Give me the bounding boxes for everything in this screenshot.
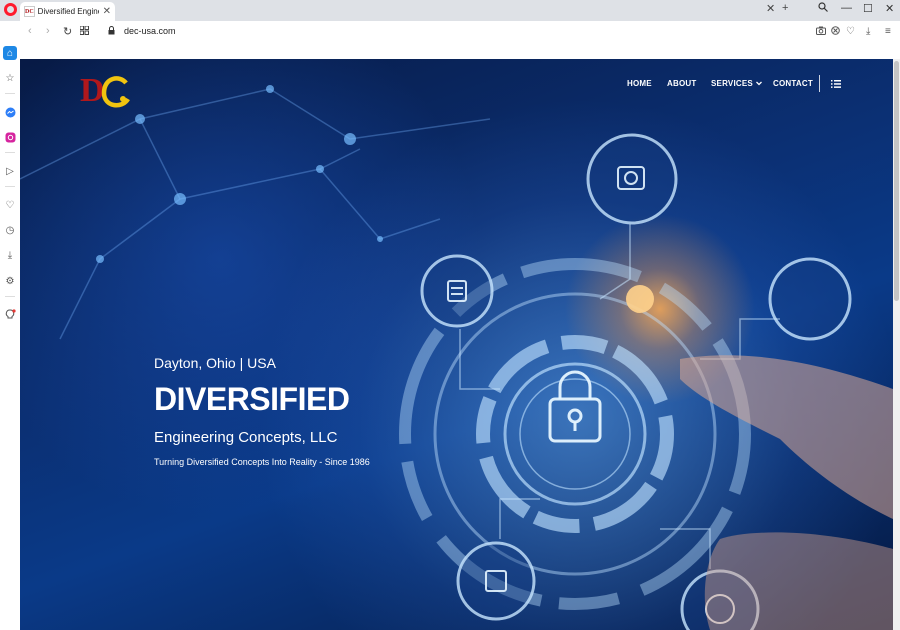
nav-home[interactable]: HOME (627, 79, 652, 88)
browser-sidebar: ⌂ ☆ ▷ ♡ ◷ ⤓ ⚙ (0, 21, 20, 630)
forward-icon[interactable]: › (46, 25, 50, 37)
logo-dot (120, 96, 126, 102)
hero-headline: DIVERSIFIED (154, 381, 350, 417)
scrollbar-thumb[interactable] (894, 61, 899, 301)
tab-close-icon[interactable]: ✕ (103, 6, 111, 17)
tab-title: Diversified Engineering Concepts (37, 7, 99, 16)
hero-location: Dayton, Ohio | USA (154, 355, 276, 371)
cyber-security-background-image (20, 85, 893, 630)
settings-gear-icon[interactable]: ⚙ (3, 274, 17, 288)
camera-icon[interactable] (816, 26, 826, 38)
window-close-icon[interactable]: ✕ (885, 2, 894, 15)
heart-icon[interactable]: ♡ (3, 198, 17, 212)
downloads-icon[interactable]: ⤓ (3, 248, 17, 262)
minimize-icon[interactable]: — (841, 2, 852, 14)
heart-bookmark-icon[interactable]: ♡ (846, 26, 855, 37)
nav-services[interactable]: SERVICES (711, 79, 763, 88)
nav-about[interactable]: ABOUT (667, 79, 696, 88)
browser-tabbar: DC Diversified Engineering Concepts ✕ ✕ … (0, 0, 900, 21)
nav-divider (819, 75, 820, 92)
adblock-icon[interactable] (831, 26, 840, 38)
nav-contact[interactable]: CONTACT (773, 79, 813, 88)
hero-subhead: Engineering Concepts, LLC (154, 429, 338, 446)
home-icon[interactable]: ⌂ (3, 46, 17, 60)
tabs-grid-icon[interactable] (79, 25, 89, 38)
main-navigation: HOME ABOUT SERVICES CONTACT (20, 79, 893, 91)
nav-services-label: SERVICES (711, 79, 753, 88)
instagram-icon[interactable] (3, 130, 17, 144)
page-scrollbar[interactable] (893, 59, 900, 630)
sidebar-divider (5, 296, 15, 297)
site-favicon-icon: DC (24, 6, 35, 17)
chevron-down-icon (756, 81, 763, 86)
messenger-icon[interactable] (3, 105, 17, 119)
new-tab-icon[interactable]: + (782, 2, 788, 14)
sidebar-divider (5, 93, 15, 94)
maximize-icon[interactable]: ☐ (863, 2, 873, 15)
download-icon[interactable]: ⤓ (866, 26, 870, 37)
sidebar-divider (5, 186, 15, 187)
url-input[interactable]: dec-usa.com (124, 26, 176, 36)
opera-logo-icon[interactable] (4, 3, 17, 16)
reload-icon[interactable]: ↻ (63, 25, 72, 38)
menu-icon[interactable]: ≡ (885, 26, 891, 37)
lock-icon (108, 26, 115, 35)
close-tab-x-icon[interactable]: ✕ (766, 2, 775, 15)
player-icon[interactable]: ▷ (3, 164, 17, 178)
star-icon[interactable]: ☆ (3, 71, 17, 85)
history-icon[interactable]: ◷ (3, 223, 17, 237)
address-bar: ‹ › ↻ dec-usa.com ♡ ⤓ ≡ (0, 21, 900, 43)
hero-section: D HOME ABOUT SERVICES CONTACT Dayton, Oh… (20, 59, 893, 630)
hero-tagline: Turning Diversified Concepts Into Realit… (154, 457, 370, 467)
hamburger-menu-icon[interactable] (831, 80, 841, 88)
tips-bulb-icon[interactable] (3, 308, 17, 322)
browser-tab[interactable]: DC Diversified Engineering Concepts ✕ (20, 2, 115, 21)
search-tabs-icon[interactable] (818, 2, 828, 15)
back-icon[interactable]: ‹ (28, 25, 32, 37)
sidebar-divider (5, 152, 15, 153)
